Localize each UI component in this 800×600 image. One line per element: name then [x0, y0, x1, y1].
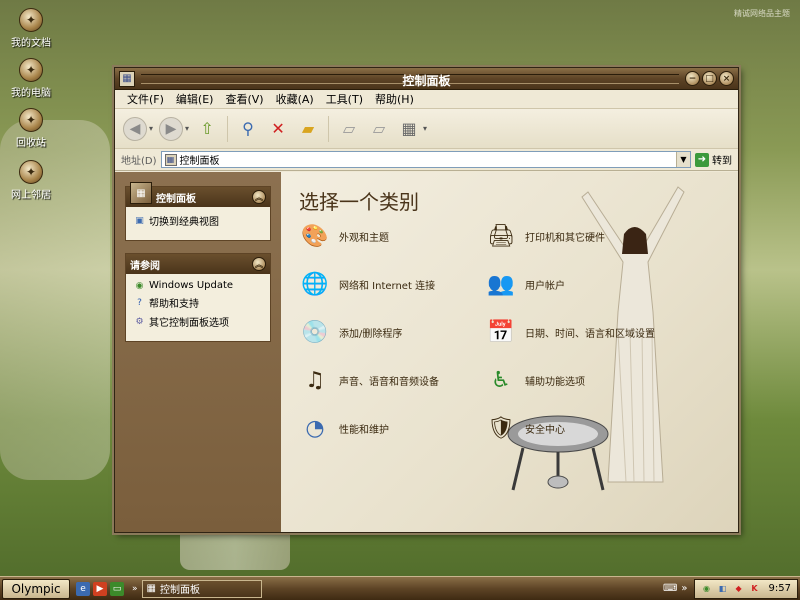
menu-favorites[interactable]: 收藏(A): [270, 91, 320, 107]
security-shield-icon: 🛡: [487, 415, 515, 441]
category-user-accounts[interactable]: 👥 用户帐户: [483, 266, 565, 302]
language-bar-more-icon: »: [681, 583, 688, 594]
category-datetime[interactable]: 📅 日期、时间、语言和区域设置: [483, 314, 655, 350]
olympic-emblem-icon: ✦: [19, 58, 43, 82]
folders-button[interactable]: ▰: [296, 117, 320, 141]
desktop-icon[interactable]: ▭: [110, 581, 124, 596]
control-panel-icon: ▦: [119, 70, 135, 87]
category-printers[interactable]: 🖨 打印机和其它硬件: [483, 218, 605, 254]
help-icon: ?: [137, 297, 142, 308]
quick-launch: e ▶ ▭: [76, 581, 124, 596]
control-panel-section: ▦ 控制面板 ︽ ▣ 切换到经典视图: [125, 182, 271, 241]
category-sound[interactable]: ♫ 声音、语音和音频设备: [297, 362, 439, 398]
address-input[interactable]: ▦ 控制面板 ▼: [160, 151, 691, 168]
control-panel-icon: ▦: [130, 182, 152, 204]
collapse-icon[interactable]: ︽: [252, 257, 266, 271]
views-button[interactable]: ▦: [397, 117, 421, 141]
start-button[interactable]: Olympic: [2, 578, 70, 599]
back-button[interactable]: ◀: [123, 116, 147, 141]
performance-icon: ◔: [305, 415, 325, 441]
desktop-icon-my-computer[interactable]: ✦ 我的电脑: [6, 58, 56, 99]
antivirus-icon[interactable]: K: [749, 583, 761, 595]
category-security-center[interactable]: 🛡 安全中心: [483, 410, 565, 446]
up-folder-button[interactable]: ⇧: [195, 117, 219, 141]
windows-update-link[interactable]: ◉ Windows Update: [134, 280, 262, 291]
taskbar-item-control-panel[interactable]: ▦ 控制面板: [141, 579, 262, 598]
menu-file[interactable]: 文件(F): [121, 91, 170, 107]
olympic-emblem-icon: ✦: [19, 108, 43, 132]
desktop-icon-network[interactable]: ✦ 网上邻居: [6, 160, 56, 201]
category-network[interactable]: 🌐 网络和 Internet 连接: [297, 266, 435, 302]
other-options-link[interactable]: ⚙ 其它控制面板选项: [134, 314, 262, 330]
task-pane: ▦ 控制面板 ︽ ▣ 切换到经典视图 请参阅 ︽ ◉ Windows Updat…: [115, 172, 281, 532]
users-icon: 👥: [487, 271, 515, 297]
olympic-emblem-icon: ✦: [19, 160, 43, 184]
sound-icon: ♫: [305, 367, 325, 393]
wallpaper-watermark: 精诚网络品主题: [734, 9, 790, 18]
forward-button[interactable]: ▶: [159, 116, 184, 141]
olympic-emblem-icon: ✦: [19, 8, 43, 32]
toolbar: ◀ ▾ ▶ ▾ ⇧ ⚲ ✕ ▰ ▱ ▱ ▦ ▾: [115, 109, 738, 149]
keyboard-icon: ⌨: [662, 583, 678, 594]
accessibility-icon: ♿: [491, 367, 511, 393]
see-also-section: 请参阅 ︽ ◉ Windows Update ? 帮助和支持 ⚙ 其它控制面板选…: [125, 253, 271, 342]
address-value: 控制面板: [179, 156, 220, 167]
views-dropdown-icon[interactable]: ▾: [423, 124, 427, 133]
menu-edit[interactable]: 编辑(E): [170, 91, 220, 107]
maximize-button[interactable]: □: [702, 71, 717, 86]
quick-launch-more-icon[interactable]: »: [132, 584, 138, 594]
classic-view-icon: ▣: [135, 215, 144, 226]
address-bar: 地址(D) ▦ 控制面板 ▼ ➜ 转到: [115, 149, 738, 171]
section-title: 控制面板: [156, 193, 196, 205]
delete-button[interactable]: ✕: [266, 117, 290, 141]
network-tray-icon[interactable]: ◉: [701, 583, 713, 595]
forward-dropdown-icon[interactable]: ▾: [185, 124, 189, 133]
minimize-button[interactable]: −: [685, 71, 700, 86]
taskbar: Olympic e ▶ ▭ » ▦ 控制面板 ⌨ » ◉ ◧ ◆ K 9:57: [0, 576, 800, 600]
go-arrow-icon: ➜: [695, 152, 709, 167]
title-bar[interactable]: ▦ 控制面板 − □ ×: [115, 68, 738, 90]
menu-help[interactable]: 帮助(H): [369, 91, 420, 107]
address-label: 地址(D): [121, 156, 157, 167]
programs-icon: 💿: [301, 319, 329, 345]
category-add-remove[interactable]: 💿 添加/删除程序: [297, 314, 402, 350]
browser-icon[interactable]: e: [76, 581, 90, 596]
control-panel-icon: ▦: [164, 153, 177, 166]
category-appearance[interactable]: 🎨 外观和主题: [297, 218, 389, 254]
search-button[interactable]: ⚲: [236, 117, 260, 141]
menu-view[interactable]: 查看(V): [219, 91, 269, 107]
windows-update-icon: ◉: [135, 280, 144, 291]
system-tray: ◉ ◧ ◆ K 9:57: [693, 578, 798, 599]
datetime-icon: 📅: [487, 319, 515, 345]
printer-icon: 🖨: [487, 223, 515, 249]
section-title: 请参阅: [130, 260, 160, 272]
menu-bar: 文件(F) 编辑(E) 查看(V) 收藏(A) 工具(T) 帮助(H): [115, 90, 738, 109]
category-performance[interactable]: ◔ 性能和维护: [297, 410, 389, 446]
control-panel-icon: ▦: [146, 583, 156, 594]
desktop-icon-recycle-bin[interactable]: ✦ 回收站: [6, 108, 56, 149]
control-panel-window: ▦ 控制面板 − □ × 文件(F) 编辑(E) 查看(V) 收藏(A) 工具(…: [114, 67, 739, 533]
clock: 9:57: [768, 583, 791, 594]
move-to-button[interactable]: ▱: [337, 117, 361, 141]
category-accessibility[interactable]: ♿ 辅助功能选项: [483, 362, 585, 398]
page-heading: 选择一个类别: [299, 190, 419, 214]
copy-to-button[interactable]: ▱: [367, 117, 391, 141]
menu-tools[interactable]: 工具(T): [320, 91, 369, 107]
security-tray-icon[interactable]: ◆: [733, 583, 745, 595]
close-button[interactable]: ×: [719, 71, 734, 86]
go-button[interactable]: ➜ 转到: [695, 152, 732, 167]
help-support-link[interactable]: ? 帮助和支持: [134, 295, 262, 311]
appearance-icon: 🎨: [301, 223, 329, 249]
back-dropdown-icon[interactable]: ▾: [149, 124, 153, 133]
switch-classic-view-link[interactable]: ▣ 切换到经典视图: [134, 213, 262, 229]
network-icon: 🌐: [301, 271, 329, 297]
media-icon[interactable]: ▶: [93, 581, 107, 596]
desktop-icon-my-documents[interactable]: ✦ 我的文档: [6, 8, 56, 49]
language-bar[interactable]: ⌨ »: [663, 583, 688, 594]
volume-icon[interactable]: ◧: [717, 583, 729, 595]
category-pane: 选择一个类别 🎨 外观和主题 🖨 打印机和其它硬件 🌐 网络和 Internet…: [281, 172, 738, 532]
gear-icon: ⚙: [135, 316, 144, 327]
collapse-icon[interactable]: ︽: [252, 190, 266, 204]
address-dropdown-icon[interactable]: ▼: [676, 152, 690, 167]
